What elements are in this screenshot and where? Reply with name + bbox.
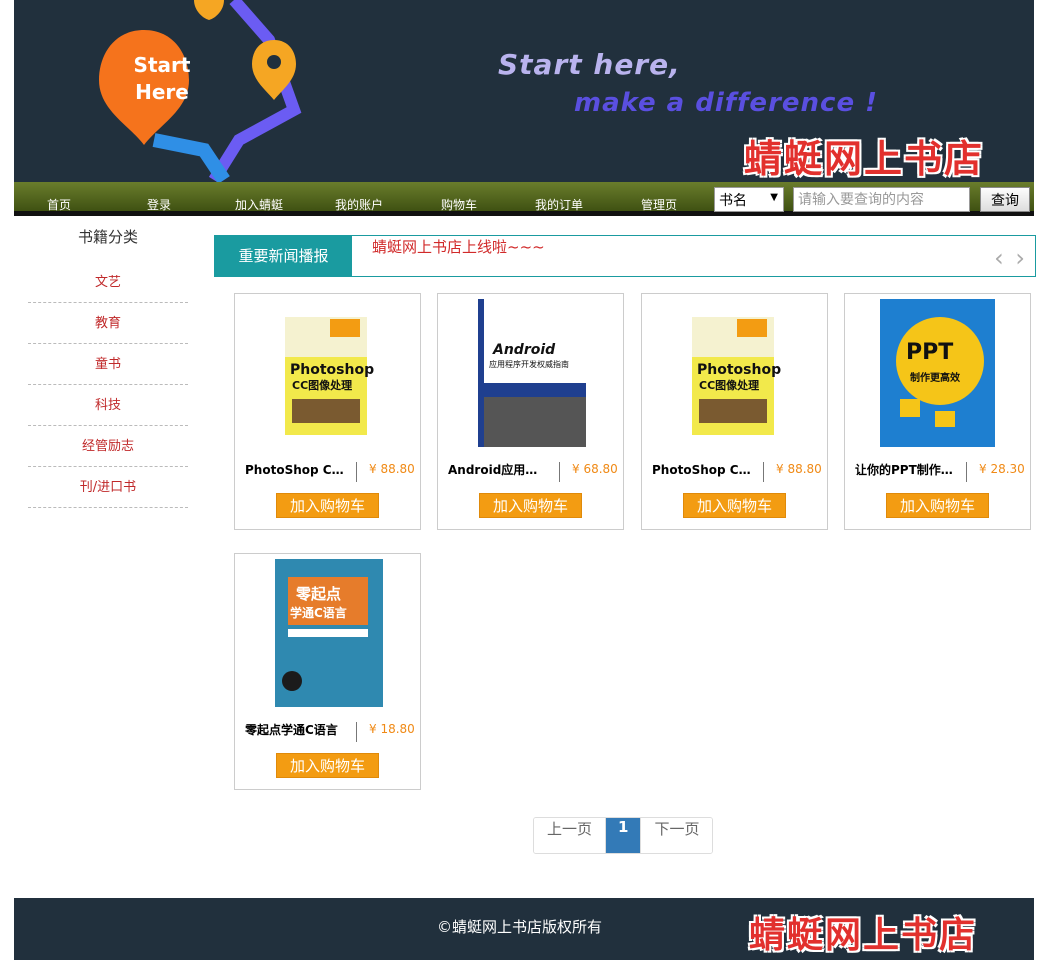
divider — [966, 462, 967, 482]
product-price: ¥ 88.80 — [369, 462, 415, 476]
svg-text:Photoshop: Photoshop — [697, 362, 781, 378]
divider — [356, 722, 357, 742]
category-item[interactable]: 科技 — [28, 385, 188, 426]
book-cover-image: Photoshop CC图像处理 — [692, 317, 781, 435]
product-card[interactable]: Android 应用程序开发权威指南 Android应用程序开发权威指南 ¥ 6… — [437, 293, 624, 530]
book-cover-image: Android 应用程序开发权威指南 — [478, 299, 586, 447]
chevron-right-icon[interactable]: › — [1015, 244, 1025, 272]
nav-home[interactable]: 首页 — [47, 196, 71, 213]
nav-join[interactable]: 加入蜻蜓 — [235, 196, 283, 213]
chevron-left-icon[interactable]: ‹ — [994, 244, 1004, 272]
header-banner: Start Here Start here, make a difference… — [14, 0, 1034, 182]
category-item[interactable]: 刊/进口书 — [28, 467, 188, 508]
book-cover-image: 零起点 学通C语言 — [275, 559, 383, 707]
nav-account[interactable]: 我的账户 — [335, 196, 383, 213]
store-logo: 蜻蜓网上书店 — [744, 136, 985, 181]
product-price: ¥ 18.80 — [369, 722, 415, 736]
product-price: ¥ 28.30 — [979, 462, 1025, 476]
product-name[interactable]: 零起点学通C语言 — [245, 721, 345, 738]
news-label: 重要新闻播报 — [215, 236, 352, 276]
news-controls: ‹ › — [990, 244, 1025, 272]
product-name[interactable]: Android应用程序开发权威指南 — [448, 461, 548, 478]
main-nav: 首页 登录 加入蜻蜓 我的账户 购物车 我的订单 管理页 书名 ▼ 查询 — [14, 182, 1034, 216]
product-price: ¥ 68.80 — [572, 462, 618, 476]
add-to-cart-button[interactable]: 加入购物车 — [886, 493, 989, 518]
footer: ©蜻蜓网上书店版权所有 蜻蜓网上书店 — [14, 898, 1034, 960]
divider — [559, 462, 560, 482]
category-item[interactable]: 童书 — [28, 344, 188, 385]
slogan-line2: make a difference ! — [574, 88, 878, 118]
search-input[interactable] — [793, 187, 970, 212]
svg-text:Android: Android — [492, 342, 556, 358]
page: Start Here Start here, make a difference… — [0, 0, 1045, 964]
category-title: 书籍分类 — [77, 228, 138, 246]
nav-admin[interactable]: 管理页 — [641, 196, 677, 213]
svg-text:零起点: 零起点 — [295, 585, 341, 603]
slogan-line1: Start here, — [498, 48, 681, 81]
product-name[interactable]: PhotoShop CC图像处理 — [652, 461, 752, 478]
dropdown-arrow-icon: ▼ — [770, 192, 778, 203]
search-type-value: 书名 — [719, 193, 747, 209]
copyright-text: ©蜻蜓网上书店版权所有 — [437, 918, 603, 936]
add-to-cart-button[interactable]: 加入购物车 — [683, 493, 786, 518]
add-to-cart-button[interactable]: 加入购物车 — [276, 753, 379, 778]
svg-text:CC图像处理: CC图像处理 — [292, 378, 352, 392]
footer-store-logo: 蜻蜓网上书店 — [749, 914, 978, 956]
product-card[interactable]: Photoshop CC图像处理 PhotoShop CC图像处理 ¥ 88.8… — [234, 293, 421, 530]
search-button[interactable]: 查询 — [980, 187, 1030, 212]
svg-text:PPT: PPT — [906, 340, 953, 365]
svg-text:学通C语言: 学通C语言 — [290, 605, 347, 620]
prev-page-button[interactable]: 上一页 — [534, 818, 607, 853]
category-item[interactable]: 文艺 — [28, 262, 188, 303]
product-name[interactable]: PhotoShop CC图像处理 — [245, 461, 345, 478]
product-card[interactable]: Photoshop CC图像处理 PhotoShop CC图像处理 ¥ 88.8… — [641, 293, 828, 530]
nav-login[interactable]: 登录 — [147, 196, 171, 213]
news-ticker: 重要新闻播报 蜻蜓网上书店上线啦~~~ ‹ › — [214, 235, 1036, 277]
category-item[interactable]: 经管励志 — [28, 426, 188, 467]
product-card[interactable]: 零起点 学通C语言 零起点学通C语言 ¥ 18.80 加入购物车 — [234, 553, 421, 790]
pagination: 上一页 1 下一页 — [533, 817, 714, 854]
logo-text: Start Here — [133, 53, 191, 104]
news-text[interactable]: 蜻蜓网上书店上线啦~~~ — [372, 236, 545, 257]
page-1-button[interactable]: 1 — [606, 818, 642, 853]
nav-cart[interactable]: 购物车 — [441, 196, 477, 213]
search-type-select[interactable]: 书名 ▼ — [714, 187, 784, 212]
product-name[interactable]: 让你的PPT制作更高效 — [855, 461, 955, 478]
divider — [356, 462, 357, 482]
book-cover-image: PPT 制作更高效 — [880, 299, 995, 447]
category-item[interactable]: 教育 — [28, 303, 188, 344]
product-price: ¥ 88.80 — [776, 462, 822, 476]
next-page-button[interactable]: 下一页 — [641, 818, 713, 853]
add-to-cart-button[interactable]: 加入购物车 — [479, 493, 582, 518]
svg-text:Photoshop: Photoshop — [290, 362, 374, 378]
svg-text:CC图像处理: CC图像处理 — [699, 378, 759, 392]
svg-text:制作更高效: 制作更高效 — [910, 371, 961, 384]
divider — [763, 462, 764, 482]
book-cover-image: Photoshop CC图像处理 — [285, 317, 374, 435]
nav-orders[interactable]: 我的订单 — [535, 196, 583, 213]
svg-text:应用程序开发权威指南: 应用程序开发权威指南 — [489, 359, 569, 369]
add-to-cart-button[interactable]: 加入购物车 — [276, 493, 379, 518]
product-card[interactable]: PPT 制作更高效 让你的PPT制作更高效 ¥ 28.30 加入购物车 — [844, 293, 1031, 530]
